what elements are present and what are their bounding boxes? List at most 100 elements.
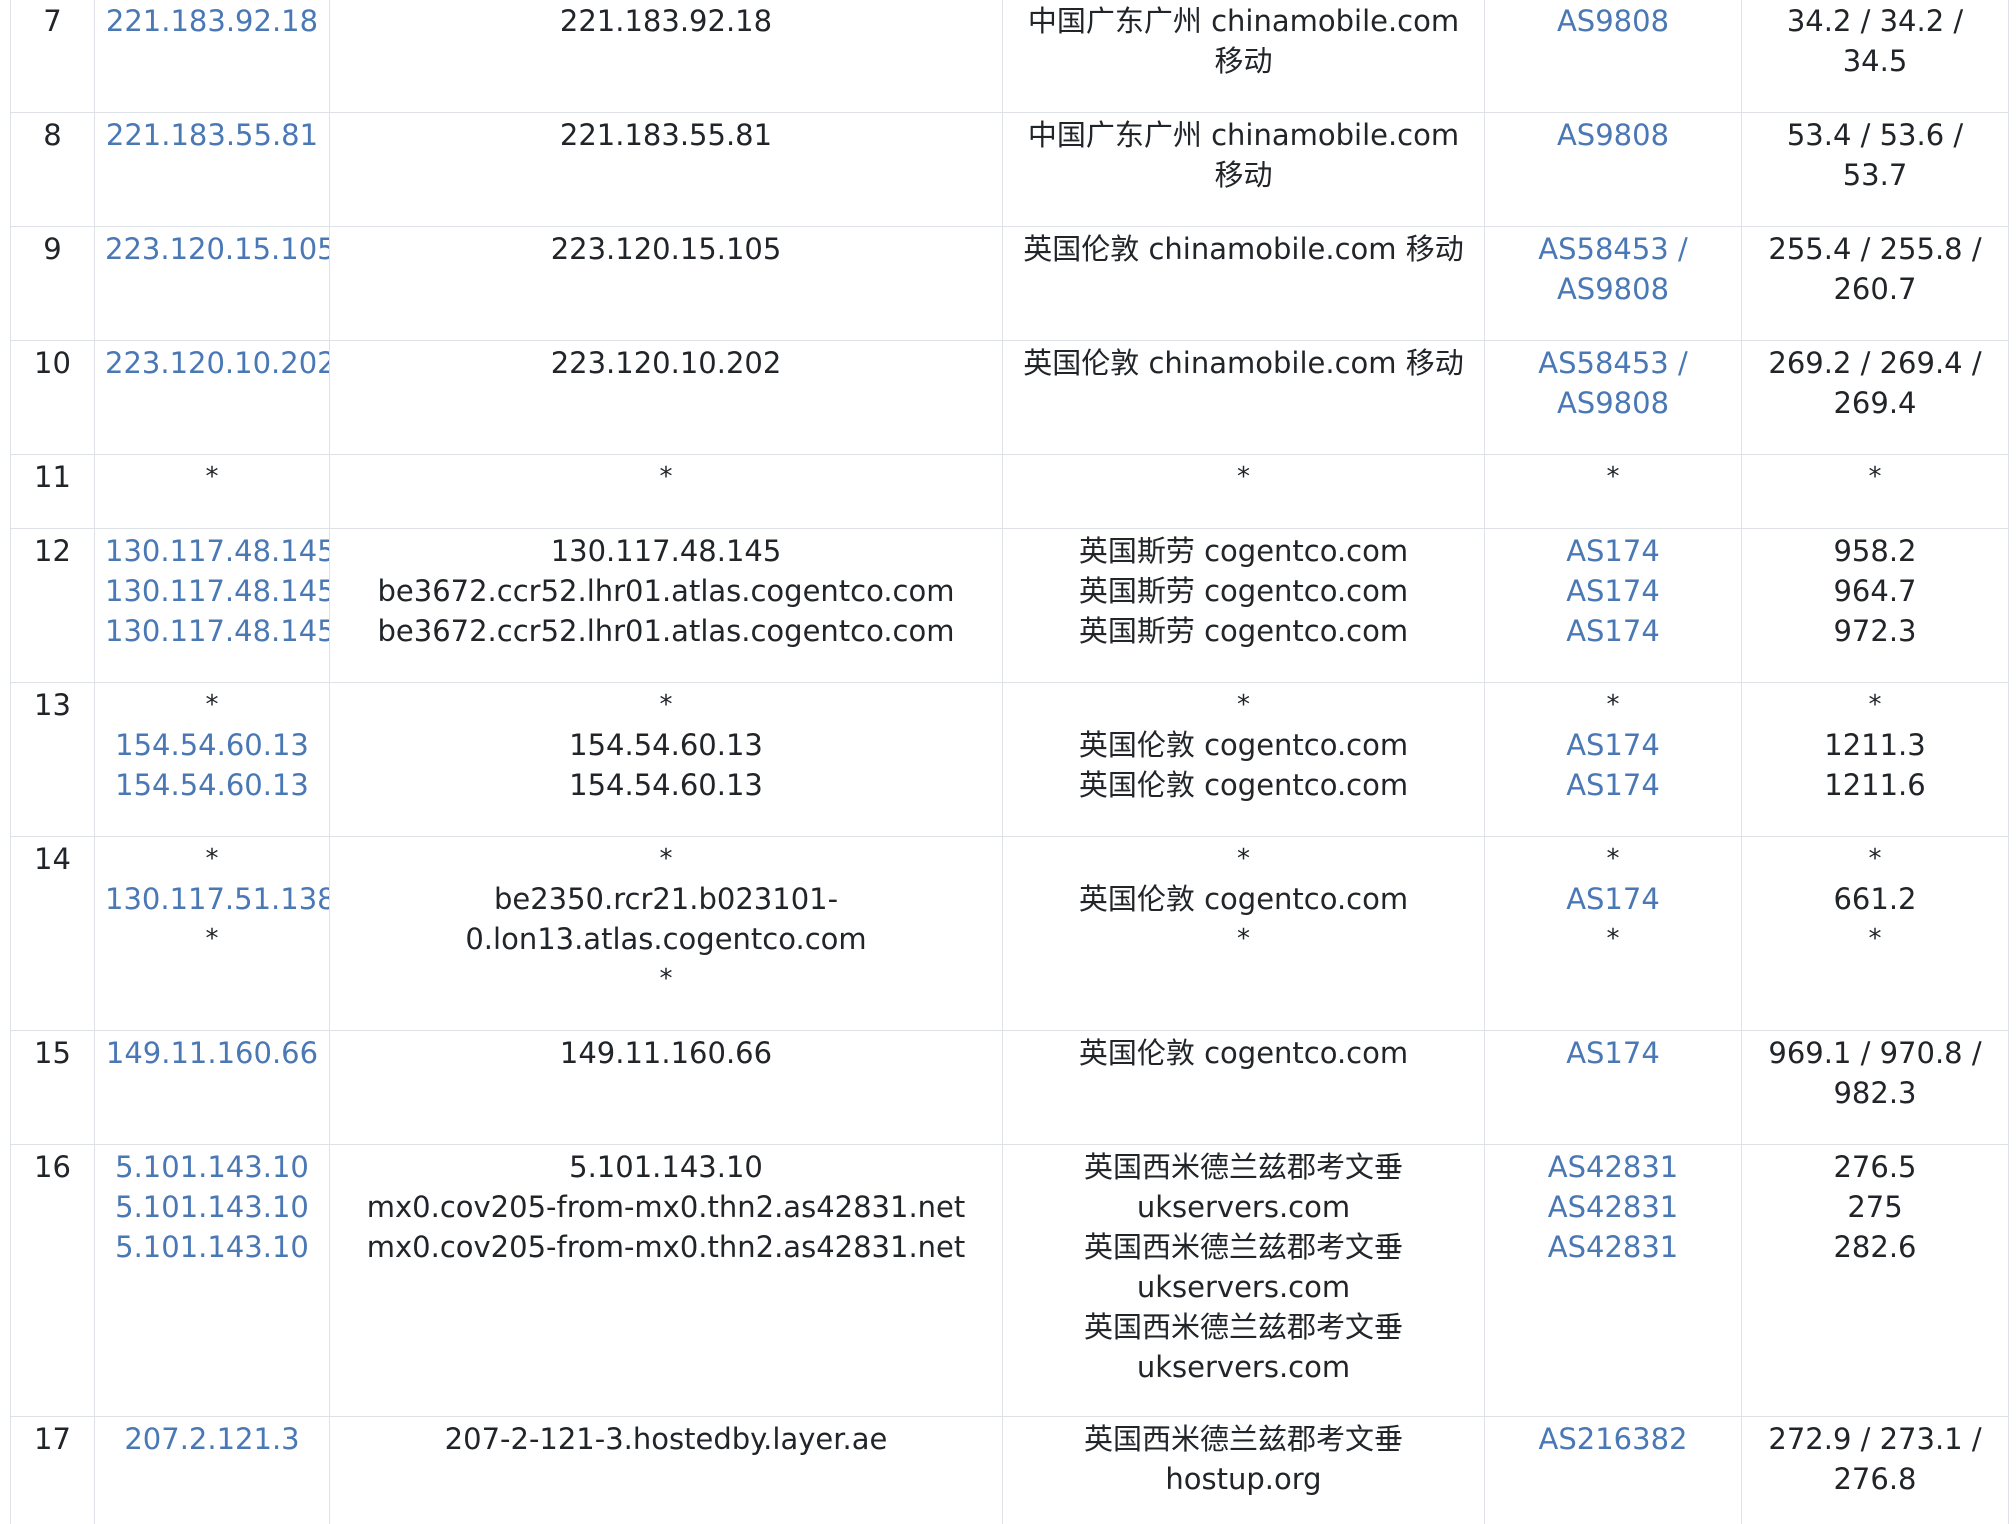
- geo-location: 英国伦敦 cogentco.com: [1078, 882, 1409, 916]
- as-link[interactable]: AS174: [1495, 1033, 1731, 1073]
- hostname-cell: 223.120.15.105: [329, 226, 1003, 341]
- timeout-marker: *: [659, 844, 673, 874]
- rtt-value: 275: [1847, 1190, 1903, 1224]
- hop-number: 14: [34, 842, 71, 876]
- timeout-marker: *: [1868, 462, 1882, 492]
- as-link[interactable]: AS174: [1495, 611, 1731, 651]
- rtt-value: 272.9 / 273.1 / 276.8: [1768, 1422, 1982, 1496]
- hostname: 223.120.10.202: [550, 346, 782, 380]
- timeout-marker: *: [1237, 924, 1250, 954]
- ip-link[interactable]: 154.54.60.13: [105, 765, 319, 805]
- ip-cell: * 154.54.60.13 154.54.60.13: [94, 682, 330, 837]
- geo-location: 中国广东广州 chinamobile.com 移动: [1027, 118, 1460, 192]
- hostname-cell: 221.183.55.81: [329, 112, 1003, 227]
- rtt-value: 34.2 / 34.2 / 34.5: [1786, 4, 1964, 78]
- geo-cell: 英国西米德兰兹郡考文垂 ukservers.com 英国西米德兰兹郡考文垂 uk…: [1002, 1144, 1485, 1417]
- ip-link[interactable]: 221.183.55.81: [105, 115, 319, 155]
- geo-location: 英国伦敦 cogentco.com: [1078, 768, 1409, 802]
- table-row: 7 221.183.92.18 221.183.92.18 中国广东广州 chi…: [10, 0, 2009, 113]
- hostname: 149.11.160.66: [559, 1036, 773, 1070]
- timeout-marker: *: [1237, 844, 1250, 874]
- geo-location: 英国伦敦 chinamobile.com 移动: [1023, 232, 1464, 266]
- ip-link[interactable]: 221.183.92.18: [105, 1, 319, 41]
- timeout-marker: *: [1606, 690, 1620, 720]
- as-link[interactable]: AS58453 / AS9808: [1495, 343, 1731, 423]
- rtt-value: 972.3: [1833, 614, 1917, 648]
- hostname: 221.183.92.18: [559, 4, 773, 38]
- as-cell: AS174 AS174 AS174: [1484, 528, 1742, 683]
- hop-number: 13: [34, 688, 71, 722]
- geo-location: 英国伦敦 cogentco.com: [1078, 728, 1409, 762]
- ip-link[interactable]: 223.120.10.202: [105, 343, 329, 383]
- timeout-marker: *: [1237, 462, 1250, 492]
- rtt-value: 661.2: [1833, 882, 1917, 916]
- ip-link[interactable]: 130.117.48.145: [105, 571, 329, 611]
- hostname-cell: 221.183.92.18: [329, 0, 1003, 113]
- table-row: 8 221.183.55.81 221.183.55.81 中国广东广州 chi…: [10, 112, 2009, 227]
- as-link[interactable]: AS174: [1495, 765, 1731, 805]
- as-link[interactable]: AS174: [1495, 571, 1731, 611]
- hostname: 207-2-121-3.hostedby.layer.ae: [444, 1422, 888, 1456]
- ip-link[interactable]: 130.117.51.138: [105, 879, 329, 919]
- rtt-value: 276.5: [1833, 1150, 1917, 1184]
- as-cell: * AS174 *: [1484, 836, 1742, 1031]
- table-row: 16 5.101.143.10 5.101.143.10 5.101.143.1…: [10, 1144, 2009, 1417]
- rtt-cell: 53.4 / 53.6 / 53.7: [1741, 112, 2009, 227]
- hop-number: 12: [34, 534, 71, 568]
- ip-cell: 221.183.92.18: [94, 0, 330, 113]
- hop-number: 8: [43, 118, 62, 152]
- geo-cell: * 英国伦敦 cogentco.com 英国伦敦 cogentco.com: [1002, 682, 1485, 837]
- ip-cell: 130.117.48.145 130.117.48.145 130.117.48…: [94, 528, 330, 683]
- ip-link[interactable]: 5.101.143.10: [105, 1147, 319, 1187]
- as-link[interactable]: AS216382: [1495, 1419, 1731, 1459]
- ip-link[interactable]: 5.101.143.10: [105, 1187, 319, 1227]
- as-cell: AS58453 / AS9808: [1484, 226, 1742, 341]
- geo-location: 英国西米德兰兹郡考文垂 ukservers.com: [1083, 1230, 1403, 1304]
- as-link[interactable]: AS174: [1495, 879, 1731, 919]
- geo-cell: 中国广东广州 chinamobile.com 移动: [1002, 112, 1485, 227]
- as-link[interactable]: AS9808: [1495, 115, 1731, 155]
- as-link[interactable]: AS9808: [1495, 1, 1731, 41]
- hostname: be3672.ccr52.lhr01.atlas.cogentco.com: [377, 574, 955, 608]
- as-link[interactable]: AS58453 / AS9808: [1495, 229, 1731, 309]
- rtt-value: 958.2: [1833, 534, 1917, 568]
- timeout-marker: *: [1237, 690, 1250, 720]
- hop-number: 15: [34, 1036, 71, 1070]
- ip-link[interactable]: 154.54.60.13: [105, 725, 319, 765]
- hop-number: 16: [34, 1150, 71, 1184]
- as-link[interactable]: AS42831: [1495, 1147, 1731, 1187]
- ip-link[interactable]: 130.117.48.145: [105, 611, 329, 651]
- as-link[interactable]: AS42831: [1495, 1227, 1731, 1267]
- as-cell: AS42831 AS42831 AS42831: [1484, 1144, 1742, 1417]
- ip-link[interactable]: 149.11.160.66: [105, 1033, 319, 1073]
- hostname: 221.183.55.81: [559, 118, 773, 152]
- ip-cell: 207.2.121.3: [94, 1416, 330, 1524]
- hostname-cell: 223.120.10.202: [329, 340, 1003, 455]
- hostname: be3672.ccr52.lhr01.atlas.cogentco.com: [377, 614, 955, 648]
- geo-cell: 中国广东广州 chinamobile.com 移动: [1002, 0, 1485, 113]
- ip-link[interactable]: 5.101.143.10: [105, 1227, 319, 1267]
- hop-number: 11: [34, 460, 71, 494]
- ip-cell: 221.183.55.81: [94, 112, 330, 227]
- ip-link[interactable]: 223.120.15.105: [105, 229, 329, 269]
- ip-link[interactable]: 130.117.48.145: [105, 531, 329, 571]
- geo-location: 英国斯劳 cogentco.com: [1078, 614, 1409, 648]
- ip-link[interactable]: 207.2.121.3: [105, 1419, 319, 1459]
- as-cell: * AS174 AS174: [1484, 682, 1742, 837]
- as-link[interactable]: AS42831: [1495, 1187, 1731, 1227]
- traceroute-table-body: 7 221.183.92.18 221.183.92.18 中国广东广州 chi…: [10, 0, 2009, 1524]
- as-link[interactable]: AS174: [1495, 725, 1731, 765]
- ip-cell: 149.11.160.66: [94, 1030, 330, 1145]
- hop-number-cell: 12: [10, 528, 95, 683]
- rtt-value: 1211.6: [1824, 768, 1926, 802]
- as-link[interactable]: AS174: [1495, 531, 1731, 571]
- geo-cell: 英国伦敦 chinamobile.com 移动: [1002, 226, 1485, 341]
- as-cell: AS9808: [1484, 112, 1742, 227]
- geo-cell: 英国伦敦 chinamobile.com 移动: [1002, 340, 1485, 455]
- ip-cell: 5.101.143.10 5.101.143.10 5.101.143.10: [94, 1144, 330, 1417]
- timeout-marker: *: [205, 462, 219, 492]
- hostname-cell: * be2350.rcr21.b023101-0.lon13.atlas.cog…: [329, 836, 1003, 1031]
- table-row: 11 * * * * *: [10, 454, 2009, 529]
- timeout-marker: *: [205, 690, 219, 720]
- traceroute-table: 7 221.183.92.18 221.183.92.18 中国广东广州 chi…: [10, 0, 2009, 1524]
